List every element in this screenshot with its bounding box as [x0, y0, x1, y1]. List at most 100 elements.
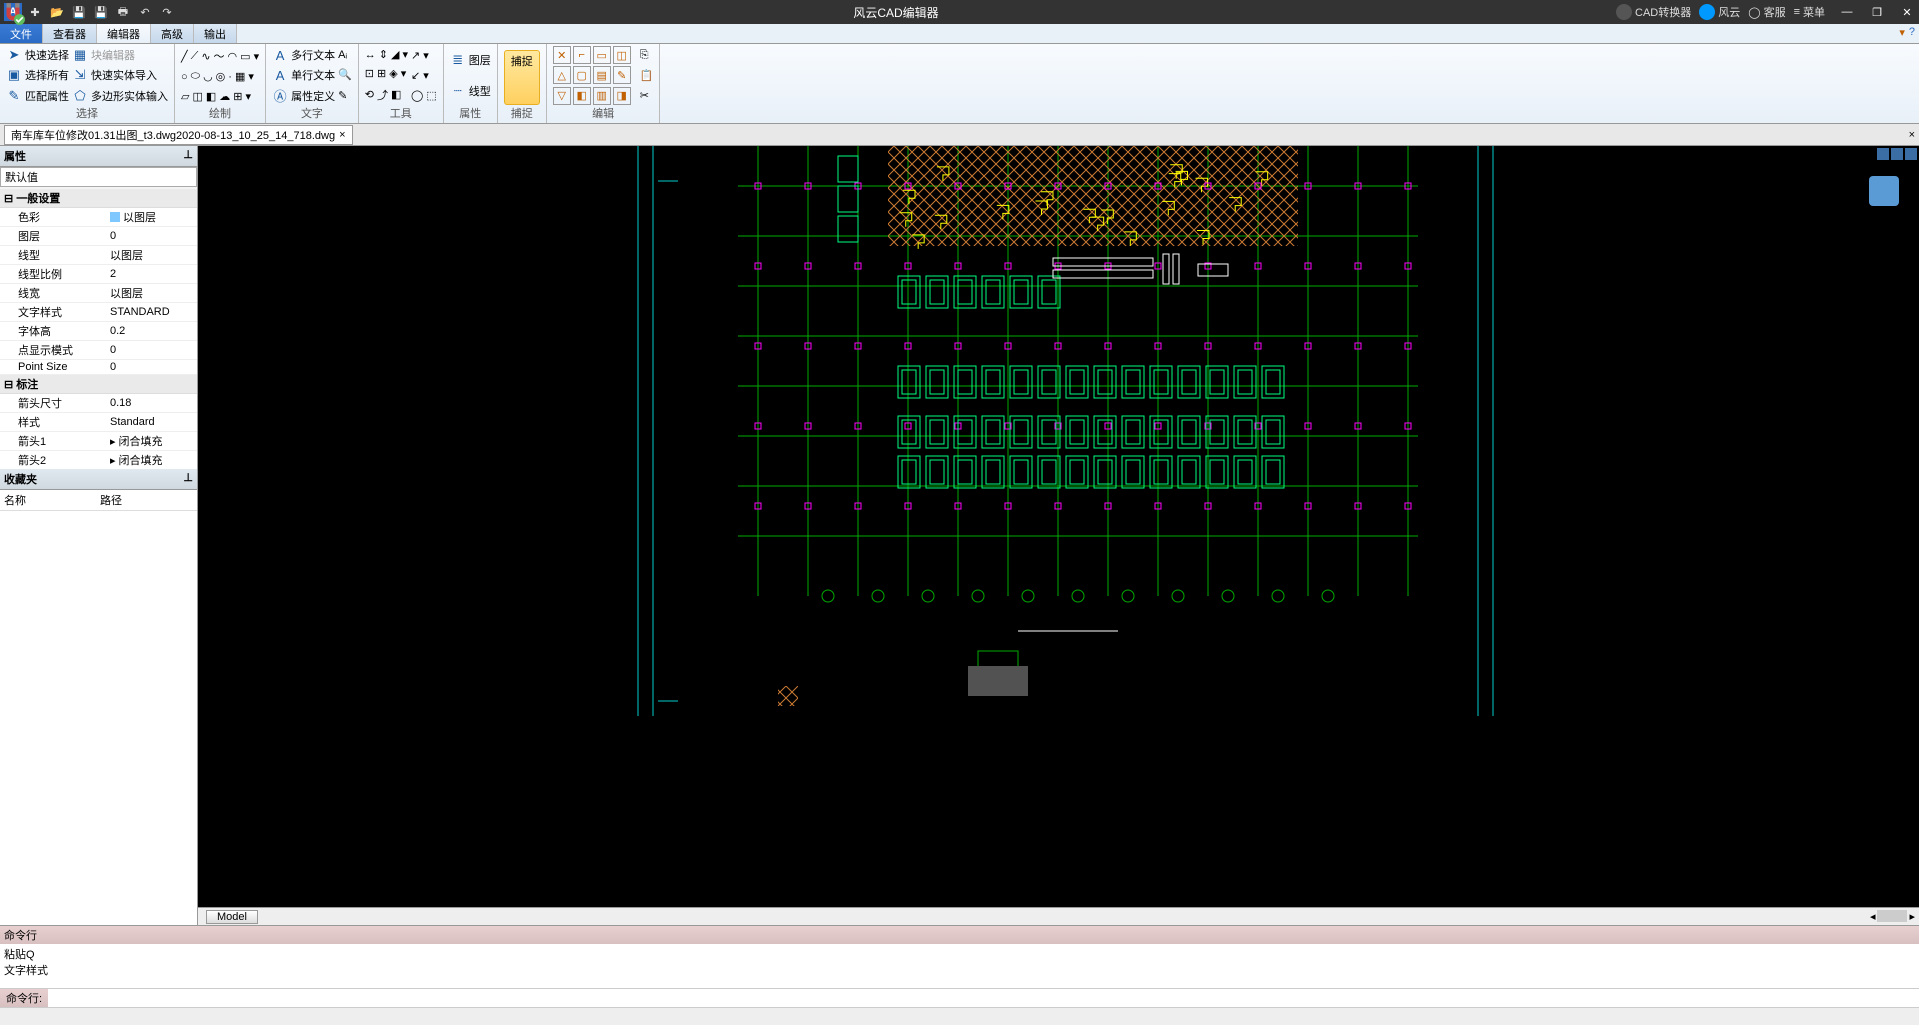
leader1-icon[interactable]: ↗ — [411, 49, 420, 62]
copy-icon[interactable]: ⎘ — [640, 49, 654, 62]
doc-tab[interactable]: 南车库车位修改01.31出图_t3.dwg2020-08-13_10_25_14… — [4, 125, 353, 145]
prop-arrow1[interactable]: 箭头1▸ 闭合填充 — [0, 432, 197, 451]
leader4-icon[interactable]: ▾ — [423, 69, 429, 82]
hatch-icon[interactable]: ▦ — [235, 70, 245, 83]
tab-output[interactable]: 输出 — [194, 24, 237, 43]
pin-icon[interactable]: ⊥ — [183, 148, 193, 164]
open-icon[interactable]: 📂 — [48, 3, 66, 21]
tab-viewer[interactable]: 查看器 — [43, 24, 97, 43]
properties-list[interactable]: ⊟ 一般设置 色彩以图层 图层0 线型以图层 线型比例2 线宽以图层 文字样式S… — [0, 189, 197, 469]
tabs-close-icon[interactable]: × — [1909, 129, 1915, 141]
model-tab[interactable]: Model — [206, 910, 258, 924]
prop-layer[interactable]: 图层0 — [0, 227, 197, 246]
scroll-track[interactable] — [1877, 910, 1907, 922]
dim10-icon[interactable]: ⤴ — [377, 87, 388, 103]
dim2-icon[interactable]: ⇕ — [379, 48, 388, 61]
prop-color[interactable]: 色彩以图层 — [0, 208, 197, 227]
help-icon[interactable]: ? — [1909, 26, 1915, 39]
prop-textstyle[interactable]: 文字样式STANDARD — [0, 303, 197, 322]
prop-ptmode[interactable]: 点显示模式0 — [0, 341, 197, 360]
scroll-left-icon[interactable]: ◂ — [1870, 910, 1876, 923]
saveas-icon[interactable]: 💾 — [92, 3, 110, 21]
maximize-button[interactable]: ❐ — [1869, 4, 1885, 20]
layer-button[interactable]: ≣图层 — [450, 52, 491, 68]
close-button[interactable]: ✕ — [1899, 4, 1915, 20]
dim3-icon[interactable]: ◢ — [391, 48, 399, 61]
pin2-icon[interactable]: ⊥ — [183, 471, 193, 487]
e6-icon[interactable]: ▢ — [573, 66, 591, 84]
e4-icon[interactable]: ◫ — [613, 46, 631, 64]
rect-icon[interactable]: ▭ — [240, 50, 250, 63]
vp-min-icon[interactable] — [1877, 148, 1889, 160]
dim7-icon[interactable]: ◈ — [389, 67, 397, 80]
help-dropdown-icon[interactable]: ▾ — [1899, 26, 1905, 39]
more3-icon[interactable]: ▾ — [246, 90, 252, 103]
table-icon[interactable]: ⊞ — [233, 90, 242, 103]
textfind-icon[interactable]: 🔍 — [338, 68, 352, 81]
boundary-icon[interactable]: ◫ — [192, 90, 202, 103]
tab-advanced[interactable]: 高级 — [151, 24, 194, 43]
e8-icon[interactable]: ✎ — [613, 66, 631, 84]
region-icon[interactable]: ▱ — [181, 90, 189, 103]
leader3-icon[interactable]: ↙ — [411, 69, 420, 82]
dim6-icon[interactable]: ⊞ — [377, 67, 386, 80]
point-icon[interactable]: · — [228, 71, 232, 83]
prop-linetype[interactable]: 线型以图层 — [0, 246, 197, 265]
circle-icon[interactable]: ○ — [181, 71, 188, 83]
print-icon[interactable]: 🖶 — [114, 3, 132, 21]
dim8-icon[interactable]: ▾ — [401, 67, 407, 80]
dtext-button[interactable]: A单行文本 — [272, 67, 335, 83]
cat-general[interactable]: ⊟ 一般设置 — [0, 189, 197, 208]
cad-converter-button[interactable]: CAD转换器 — [1616, 4, 1691, 20]
attdef-button[interactable]: Ⓐ属性定义 — [272, 88, 335, 104]
textedit-icon[interactable]: ✎ — [338, 89, 352, 102]
prop-ltscale[interactable]: 线型比例2 — [0, 265, 197, 284]
prop-arrow2[interactable]: 箭头2▸ 闭合填充 — [0, 451, 197, 469]
e1-icon[interactable]: ✕ — [553, 46, 571, 64]
drawing-canvas[interactable] — [198, 146, 1919, 907]
block-editor-button[interactable]: ▦块编辑器 — [72, 47, 168, 63]
paste-icon[interactable]: 📋 — [640, 69, 654, 82]
menu-button[interactable]: ≡菜单 — [1794, 4, 1825, 20]
wipeout-icon[interactable]: ◧ — [206, 90, 216, 103]
e7-icon[interactable]: ▤ — [593, 66, 611, 84]
ray-icon[interactable]: ⟋ — [191, 50, 199, 63]
support-button[interactable]: ◯客服 — [1748, 4, 1785, 20]
vp-close-icon[interactable] — [1905, 148, 1917, 160]
viewcube[interactable] — [1869, 176, 1899, 206]
vp-max-icon[interactable] — [1891, 148, 1903, 160]
dim5-icon[interactable]: ⊡ — [365, 67, 374, 80]
mtext-button[interactable]: A多行文本 — [272, 47, 335, 63]
default-combo[interactable]: 默认值 — [0, 167, 197, 187]
dim4-icon[interactable]: ▾ — [402, 48, 408, 61]
quick-select-button[interactable]: ➤快速选择 — [6, 47, 69, 63]
arc-icon[interactable]: ◠ — [228, 50, 238, 63]
e2-icon[interactable]: ⌐ — [573, 46, 591, 64]
spline-icon[interactable]: ～ — [214, 48, 225, 64]
pline-icon[interactable]: ∿ — [201, 50, 210, 63]
ellipse-icon[interactable]: ⬭ — [191, 70, 200, 83]
e12-icon[interactable]: ◨ — [613, 87, 631, 105]
select-all-button[interactable]: ▣选择所有 — [6, 67, 69, 83]
doc-close-icon[interactable]: × — [339, 129, 345, 141]
minimize-button[interactable]: — — [1839, 4, 1855, 20]
linetype-button[interactable]: ┈线型 — [450, 83, 491, 99]
scroll-right-icon[interactable]: ▸ — [1909, 910, 1915, 923]
textstyle-icon[interactable]: Aᵢ — [338, 49, 352, 61]
leader2-icon[interactable]: ▾ — [423, 49, 429, 62]
match-props-button[interactable]: ✎匹配属性 — [6, 88, 69, 104]
prop-arrowsize[interactable]: 箭头尺寸0.18 — [0, 394, 197, 413]
leader5-icon[interactable]: ◯ — [411, 89, 423, 102]
save-icon[interactable]: 💾 — [70, 3, 88, 21]
e5-icon[interactable]: △ — [553, 66, 571, 84]
prop-ptsize[interactable]: Point Size0 — [0, 360, 197, 375]
dim11-icon[interactable]: ◧ — [391, 88, 401, 101]
cat-dim[interactable]: ⊟ 标注 — [0, 375, 197, 394]
command-history[interactable]: 粘贴Q 文字样式 — [0, 944, 1919, 988]
more1-icon[interactable]: ▾ — [254, 50, 260, 63]
line-icon[interactable]: ╱ — [181, 50, 188, 63]
dim1-icon[interactable]: ↔ — [365, 49, 376, 61]
e9-icon[interactable]: ▽ — [553, 87, 571, 105]
revcloud-icon[interactable]: ☁ — [219, 90, 230, 103]
arc2-icon[interactable]: ◡ — [203, 70, 213, 83]
